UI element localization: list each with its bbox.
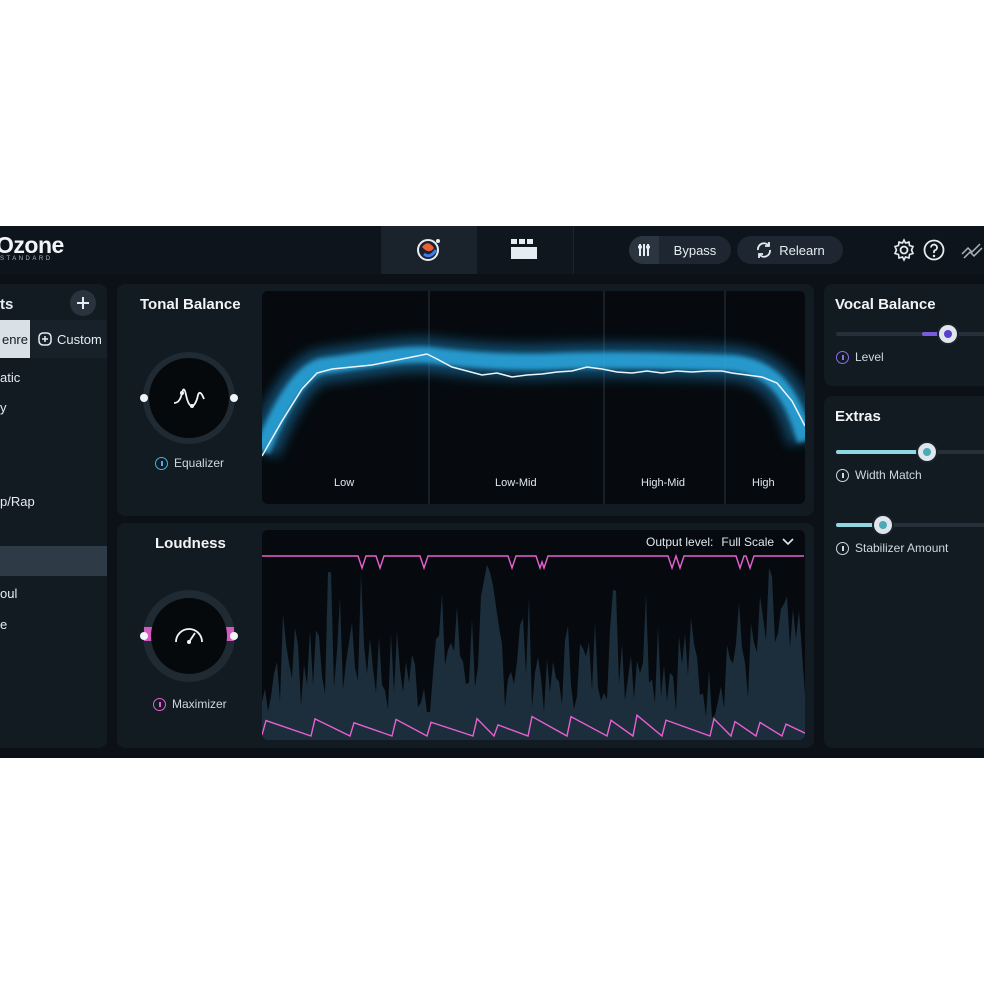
waveform-fill xyxy=(262,564,805,740)
genre-item[interactable]: atic xyxy=(0,370,20,385)
equalizer-label: Equalizer xyxy=(174,456,225,470)
ozone-app-window: Ozone STANDARD Bypass Relearn ts enre Cu… xyxy=(0,226,984,758)
relearn-button[interactable]: Relearn xyxy=(737,236,843,264)
width-match-toggle[interactable]: Width Match xyxy=(836,468,922,482)
maximizer-label: Maximizer xyxy=(172,697,227,711)
app-logo-edition: STANDARD xyxy=(0,256,53,262)
bypass-button[interactable]: Bypass xyxy=(629,236,731,264)
add-custom-icon xyxy=(38,332,52,346)
bypass-label: Bypass xyxy=(673,242,717,258)
width-match-thumb[interactable] xyxy=(918,443,936,461)
meter-icon[interactable] xyxy=(960,238,984,262)
loudness-graph: Output level: Full Scale xyxy=(262,530,805,740)
tab-custom[interactable]: Custom xyxy=(30,320,107,358)
loudness-title: Loudness xyxy=(155,535,226,552)
genre-sidebar: ts enre Custom atic y p/Rap oul e xyxy=(0,284,107,748)
band-label-low: Low xyxy=(334,477,355,489)
loudness-panel: Loudness Maximizer Output level: Full Sc… xyxy=(117,523,814,748)
equalizer-knob[interactable] xyxy=(140,349,238,447)
tonal-balance-title: Tonal Balance xyxy=(140,296,241,313)
width-match-label: Width Match xyxy=(855,468,922,482)
level-slider-thumb[interactable] xyxy=(939,325,957,343)
equalizer-toggle[interactable]: Equalizer xyxy=(155,456,224,470)
sidebar-title: ts xyxy=(0,296,14,313)
top-bar: Ozone STANDARD Bypass Relearn xyxy=(0,226,984,274)
relearn-label: Relearn xyxy=(779,242,825,258)
tab-custom-label: Custom xyxy=(57,331,102,347)
band-label-low-mid: Low-Mid xyxy=(495,477,537,489)
level-toggle[interactable]: Level xyxy=(836,350,884,364)
add-button[interactable] xyxy=(70,290,96,316)
width-match-fill xyxy=(836,450,928,454)
tab-modules[interactable] xyxy=(477,226,574,274)
band-label-high: High xyxy=(752,477,775,489)
power-icon xyxy=(836,541,849,555)
stabilizer-label: Stabilizer Amount xyxy=(855,541,949,555)
genre-item[interactable]: p/Rap xyxy=(0,494,35,509)
power-icon xyxy=(155,456,168,470)
stabilizer-toggle[interactable]: Stabilizer Amount xyxy=(836,541,948,555)
extras-panel: Extras Width Match Stabilizer Amount xyxy=(824,396,984,748)
plus-icon xyxy=(77,297,89,309)
modules-grid-icon xyxy=(511,239,537,259)
level-label: Level xyxy=(855,350,884,364)
power-icon xyxy=(153,697,166,711)
maximizer-knob[interactable] xyxy=(140,587,238,685)
genre-item[interactable]: y xyxy=(0,400,7,415)
level-slider-track[interactable] xyxy=(836,332,984,336)
help-icon[interactable] xyxy=(922,238,946,262)
extras-title: Extras xyxy=(835,408,881,425)
gear-icon[interactable] xyxy=(892,238,916,262)
tab-genre[interactable]: enre xyxy=(0,320,30,358)
vocal-balance-title: Vocal Balance xyxy=(835,296,936,313)
band-label-high-mid: High-Mid xyxy=(641,477,686,489)
assistant-orb-icon xyxy=(417,239,440,261)
power-icon xyxy=(836,350,849,364)
app-logo: Ozone xyxy=(0,232,64,258)
tonal-balance-graph: Low Low-Mid High-Mid High xyxy=(262,291,805,504)
genre-item[interactable]: oul xyxy=(0,586,17,601)
bypass-icon xyxy=(629,236,659,264)
genre-item-selected[interactable] xyxy=(0,546,107,576)
ceiling-line xyxy=(262,553,804,571)
stabilizer-thumb[interactable] xyxy=(874,516,892,534)
tab-assistant[interactable] xyxy=(381,226,477,274)
power-icon xyxy=(836,468,849,482)
loudness-waveform xyxy=(262,553,805,740)
vocal-balance-panel: Vocal Balance Level xyxy=(824,284,984,386)
relearn-icon xyxy=(757,242,772,258)
maximizer-toggle[interactable]: Maximizer xyxy=(153,697,227,711)
tonal-balance-panel: Tonal Balance Equalizer Low Low-Mid High… xyxy=(117,284,814,516)
genre-item[interactable]: e xyxy=(0,617,7,632)
